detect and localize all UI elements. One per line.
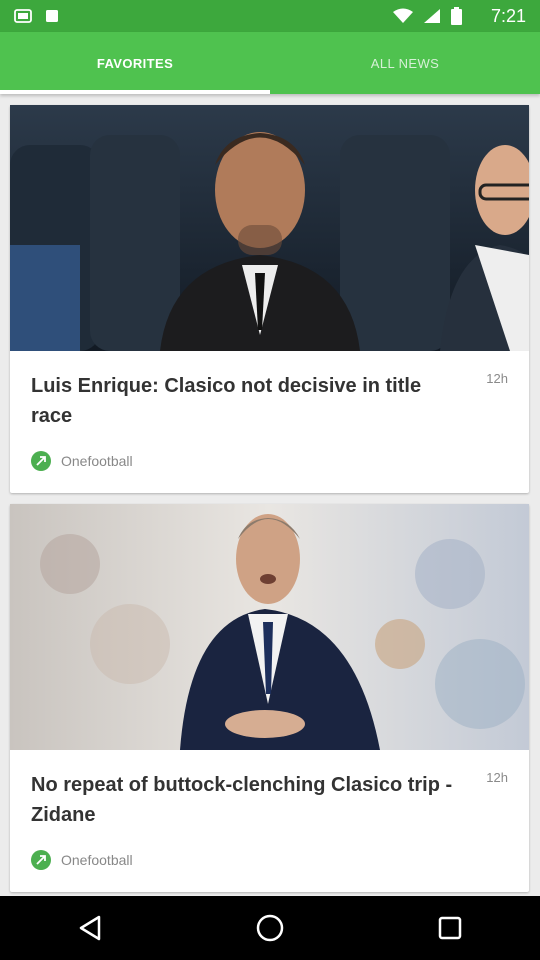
news-card-image[interactable] bbox=[10, 504, 529, 750]
back-triangle-icon bbox=[79, 915, 101, 941]
battery-icon bbox=[451, 7, 462, 25]
article-title[interactable]: No repeat of buttock-clenching Clasico t… bbox=[31, 770, 461, 830]
article-source: Onefootball bbox=[31, 451, 133, 471]
recents-square-icon bbox=[438, 916, 462, 940]
recents-button[interactable] bbox=[420, 898, 480, 958]
storage-icon bbox=[46, 10, 58, 22]
article-source-name: Onefootball bbox=[61, 453, 133, 469]
tab-favorites[interactable]: FAVORITES bbox=[0, 32, 270, 94]
status-left-icons bbox=[14, 8, 60, 24]
home-button[interactable] bbox=[240, 898, 300, 958]
notification-icon bbox=[14, 9, 32, 23]
news-card[interactable]: Luis Enrique: Clasico not decisive in ti… bbox=[10, 105, 529, 493]
news-card-body[interactable]: No repeat of buttock-clenching Clasico t… bbox=[10, 750, 529, 892]
tab-all-news-label: ALL NEWS bbox=[370, 55, 440, 71]
status-bar: 7:21 bbox=[0, 0, 540, 32]
news-card-image[interactable] bbox=[10, 105, 529, 351]
status-right-icons bbox=[393, 7, 462, 25]
news-card[interactable]: No repeat of buttock-clenching Clasico t… bbox=[10, 504, 529, 892]
article-age: 12h bbox=[486, 371, 508, 386]
article-source-name: Onefootball bbox=[61, 852, 133, 868]
article-source: Onefootball bbox=[31, 850, 133, 870]
tab-bar: FAVORITES ALL NEWS bbox=[0, 32, 540, 94]
article-photo bbox=[10, 105, 529, 351]
status-time: 7:21 bbox=[490, 6, 526, 26]
article-title[interactable]: Luis Enrique: Clasico not decisive in ti… bbox=[31, 371, 461, 431]
tab-all-news[interactable]: ALL NEWS bbox=[270, 32, 540, 94]
system-navigation-bar bbox=[0, 896, 540, 960]
news-feed[interactable]: Luis Enrique: Clasico not decisive in ti… bbox=[0, 94, 540, 896]
onefootball-icon bbox=[31, 451, 51, 471]
back-button[interactable] bbox=[60, 898, 120, 958]
news-card-body[interactable]: Luis Enrique: Clasico not decisive in ti… bbox=[10, 351, 529, 493]
wifi-icon bbox=[393, 8, 413, 23]
article-photo bbox=[10, 504, 529, 750]
article-age: 12h bbox=[486, 770, 508, 785]
tab-favorites-label: FAVORITES bbox=[96, 55, 174, 71]
home-circle-icon bbox=[256, 914, 284, 942]
onefootball-icon bbox=[31, 850, 51, 870]
signal-icon bbox=[424, 9, 440, 23]
